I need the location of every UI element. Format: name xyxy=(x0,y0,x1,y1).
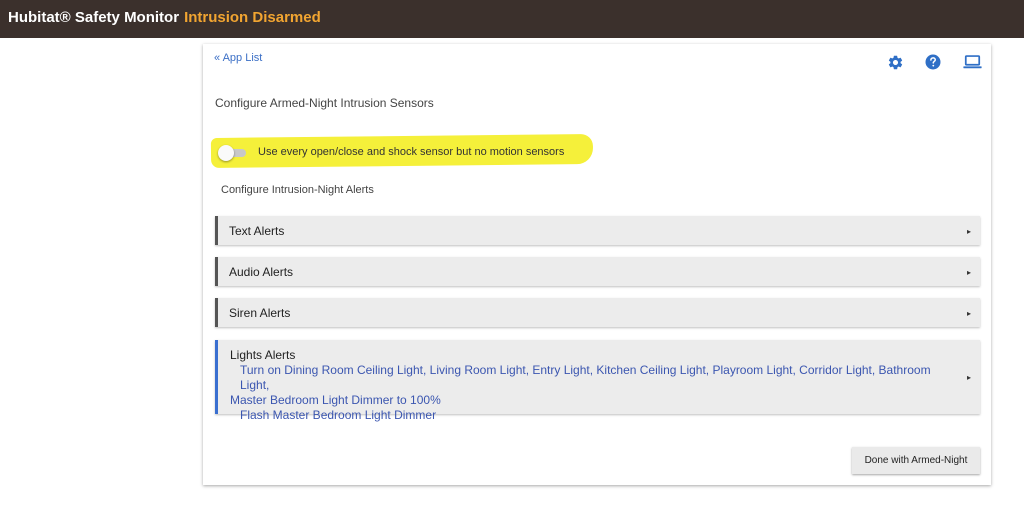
sensor-toggle[interactable] xyxy=(218,145,246,161)
intrusion-status: Intrusion Disarmed xyxy=(184,9,321,26)
help-icon xyxy=(925,54,941,70)
expand-arrow-icon: ▸ xyxy=(966,373,971,382)
view-toggle-button[interactable] xyxy=(961,51,983,73)
expand-arrow-icon: ▸ xyxy=(966,309,971,318)
done-button[interactable]: Done with Armed-Night xyxy=(852,447,980,474)
app-title: Hubitat® Safety Monitor Intrusion Disarme… xyxy=(8,9,321,26)
laptop-icon xyxy=(962,55,982,69)
siren-alerts-section[interactable]: Siren Alerts ▸ xyxy=(215,298,980,327)
app-name: Hubitat® Safety Monitor xyxy=(8,9,180,26)
lights-alerts-detail: Turn on Dining Room Ceiling Light, Livin… xyxy=(230,363,945,423)
toggle-label: Use every open/close and shock sensor bu… xyxy=(258,146,565,158)
audio-alerts-label: Audio Alerts xyxy=(229,265,294,279)
expand-arrow-icon: ▸ xyxy=(966,268,971,277)
lights-action-turn-on: Turn on Dining Room Ceiling Light, Livin… xyxy=(240,363,931,392)
lights-action-dim-level: Master Bedroom Light Dimmer to 100% xyxy=(230,393,441,407)
lights-alerts-label: Lights Alerts xyxy=(230,348,296,362)
lights-action-flash: Flash Master Bedroom Light Dimmer xyxy=(240,408,437,422)
settings-button[interactable] xyxy=(884,51,906,73)
text-alerts-label: Text Alerts xyxy=(229,224,285,238)
main-card: « App List Configure Armed-Night Intrusi… xyxy=(203,44,991,485)
gear-icon xyxy=(888,55,902,69)
expand-arrow-icon: ▸ xyxy=(966,227,971,236)
audio-alerts-section[interactable]: Audio Alerts ▸ xyxy=(215,257,980,286)
app-list-link[interactable]: « App List xyxy=(214,52,262,64)
alerts-heading: Configure Intrusion-Night Alerts xyxy=(221,184,374,196)
top-bar: Hubitat® Safety Monitor Intrusion Disarme… xyxy=(0,0,1024,38)
help-button[interactable] xyxy=(922,51,944,73)
toggle-knob xyxy=(218,145,234,161)
siren-alerts-label: Siren Alerts xyxy=(229,306,291,320)
text-alerts-section[interactable]: Text Alerts ▸ xyxy=(215,216,980,245)
page-title: Configure Armed-Night Intrusion Sensors xyxy=(215,96,434,110)
lights-alerts-section[interactable]: Lights Alerts Turn on Dining Room Ceilin… xyxy=(215,340,980,422)
